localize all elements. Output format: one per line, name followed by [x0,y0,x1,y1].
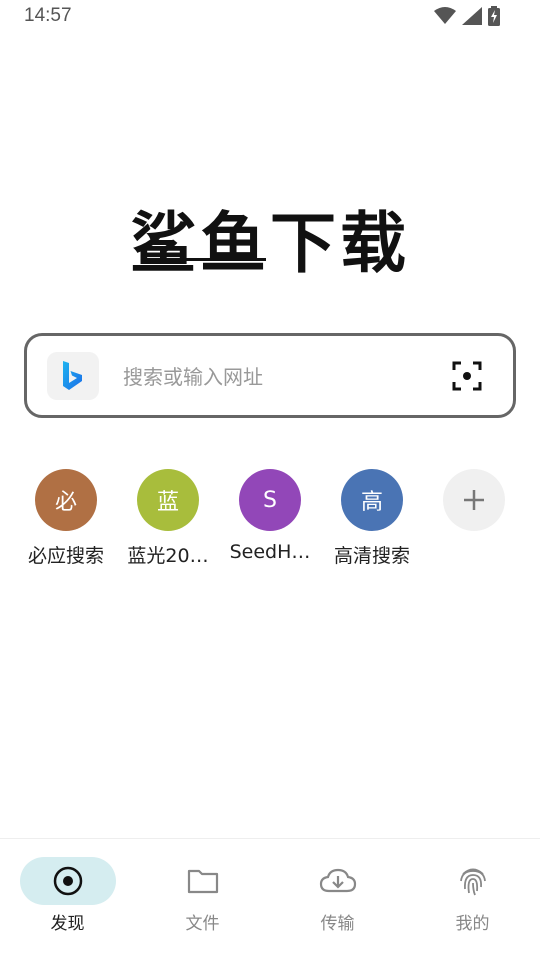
search-engine-button[interactable] [47,352,99,400]
shortcut-avatar: 高 [341,469,403,531]
nav-label: 传输 [320,914,355,934]
shortcut-avatar: S [239,469,301,531]
battery-charging-icon [488,6,500,26]
nav-indicator [425,857,521,905]
add-shortcut-circle [443,469,505,531]
nav-label: 我的 [455,914,490,934]
cloud-download-icon [319,868,356,893]
shortcut-avatar: 必 [35,469,97,531]
logo-underline [146,258,266,261]
status-time: 14:57 [24,5,72,26]
status-bar: 14:57 [0,0,540,32]
shortcut-label: 高清搜索 [333,545,410,567]
nav-item-transfer[interactable]: 传输 [270,857,405,934]
nav-indicator [290,857,386,905]
fingerprint-icon [459,868,486,896]
folder-icon [187,869,218,894]
add-shortcut-button[interactable] [424,469,524,531]
shortcut-item[interactable]: 高 高清搜索 [322,469,422,568]
shortcut-glyph: S [263,487,277,513]
nav-item-profile[interactable]: 我的 [405,857,540,934]
shortcut-label: 必应搜索 [27,545,104,567]
nav-label: 发现 [50,914,85,934]
shortcut-glyph: 高 [360,490,383,515]
search-box[interactable] [24,333,516,418]
app-logo: 鲨鱼下载 [130,205,410,282]
shortcut-avatar: 蓝 [137,469,199,531]
scan-icon[interactable] [451,360,483,392]
plus-icon [464,490,484,510]
search-input[interactable] [123,358,423,396]
status-icons [434,6,500,26]
nav-item-discover[interactable]: 发现 [0,857,135,934]
shortcut-label: SeedH… [229,541,311,563]
cellular-signal-icon [462,7,482,25]
nav-indicator [19,857,116,905]
discover-icon [53,866,82,896]
bottom-nav: 发现 文件 传输 我的 [0,838,540,959]
shortcut-glyph: 蓝 [156,490,179,515]
nav-item-files[interactable]: 文件 [135,857,270,934]
shortcut-item[interactable]: S SeedH… [220,469,320,563]
nav-label: 文件 [185,914,220,934]
shortcut-item[interactable]: 必 必应搜索 [16,469,116,568]
wifi-icon [434,7,456,24]
shortcut-label: 蓝光20… [127,545,209,567]
shortcut-item[interactable]: 蓝 蓝光20… [118,469,218,568]
shortcut-glyph: 必 [54,490,77,515]
nav-indicator [155,857,251,905]
shortcut-grid: 必 必应搜索 蓝 蓝光20… S SeedH… 高 高清搜索 [0,469,540,579]
bing-icon [63,361,82,390]
